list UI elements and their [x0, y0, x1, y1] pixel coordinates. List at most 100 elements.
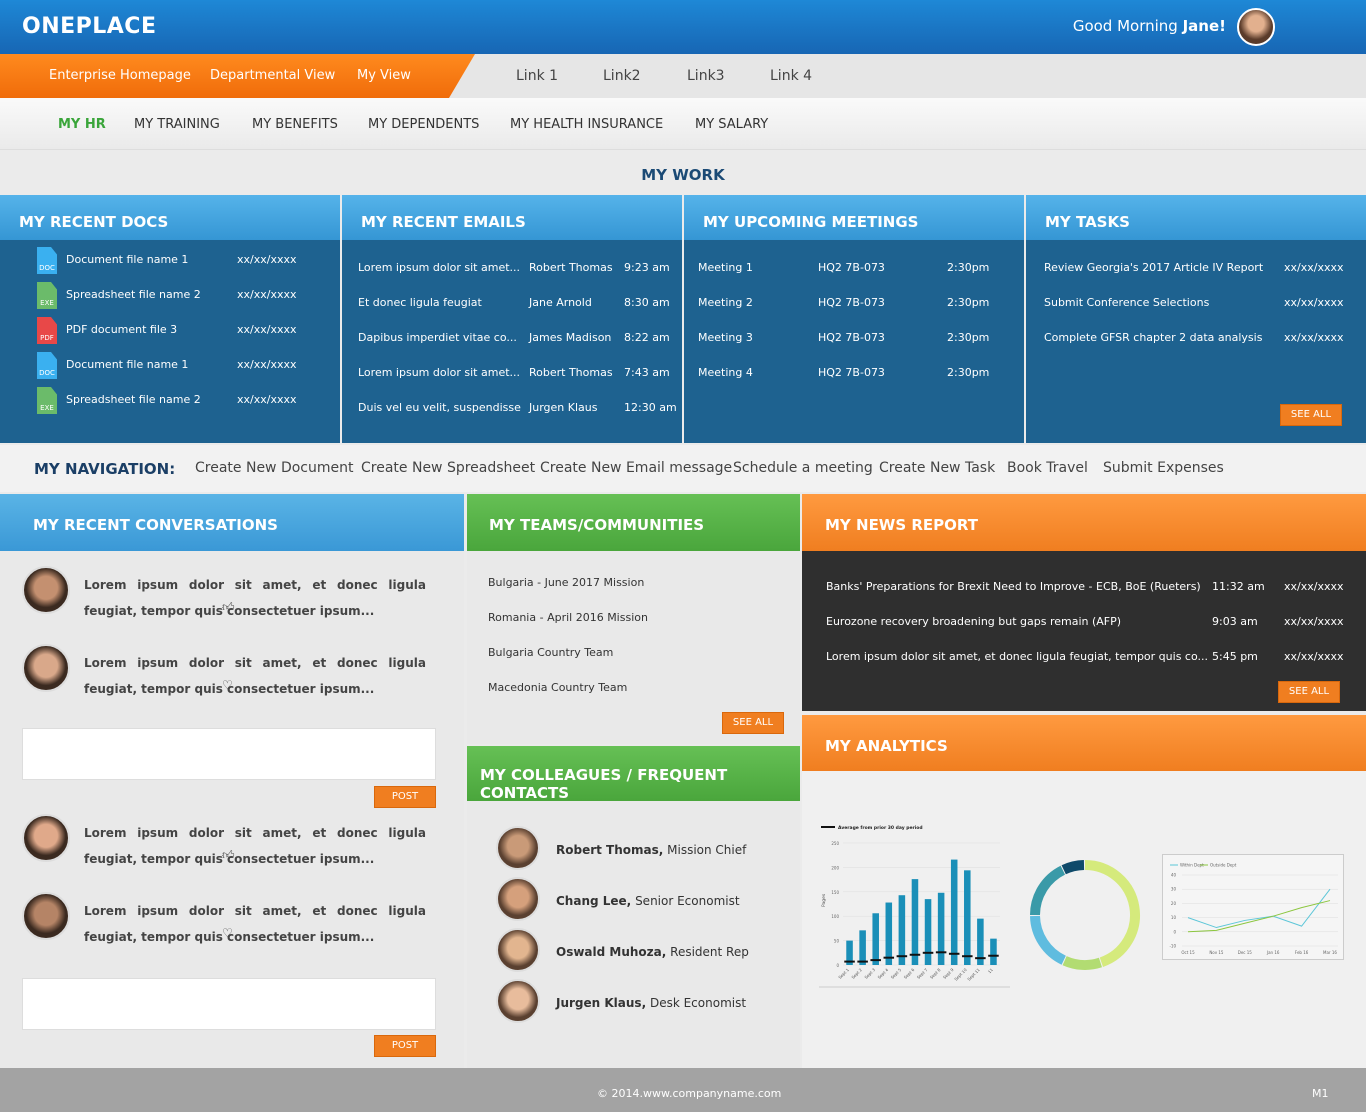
tab-my-hr[interactable]: MY HR — [58, 117, 106, 132]
news-date: xx/xx/xxxx — [1284, 580, 1344, 593]
colleague-avatar[interactable] — [496, 877, 540, 921]
y-tick-label: 150 — [831, 890, 839, 895]
team-item[interactable]: Bulgaria Country Team — [488, 646, 613, 659]
bar — [898, 895, 906, 965]
colleague-avatar[interactable] — [496, 928, 540, 972]
doc-name[interactable]: Spreadsheet file name 2 — [66, 393, 201, 406]
comment-input-2[interactable] — [22, 978, 436, 1030]
colleague-avatar[interactable] — [496, 826, 540, 870]
meeting-time: 2:30pm — [947, 261, 990, 274]
nav-departmental-view[interactable]: Departmental View — [210, 68, 335, 83]
thumbs-up-icon[interactable]: 👍︎ — [222, 600, 235, 615]
recent-emails-panel: MY RECENT EMAILS Lorem ipsum dolor sit a… — [342, 195, 682, 443]
colleague-name: Jurgen Klaus, — [556, 996, 647, 1010]
doc-name[interactable]: Document file name 1 — [66, 253, 188, 266]
email-subject[interactable]: Dapibus imperdiet vitae co... — [358, 331, 517, 344]
news-see-all-button[interactable]: SEE ALL — [1278, 681, 1340, 703]
thumbs-up-icon[interactable]: 👍︎ — [222, 848, 235, 863]
nav-action-2[interactable]: Create New Email message — [540, 460, 732, 476]
nav-enterprise-homepage[interactable]: Enterprise Homepage — [49, 68, 191, 83]
greeting-text: Good Morning — [1072, 17, 1183, 35]
tasks-see-all-button[interactable]: SEE ALL — [1280, 404, 1342, 426]
x-tick-label: Sept 3 — [863, 967, 876, 980]
avatar[interactable] — [22, 566, 70, 614]
comment-input-1[interactable] — [22, 728, 436, 780]
user-avatar[interactable] — [1237, 8, 1275, 46]
recent-docs-panel: MY RECENT DOCS DOC Document file name 1 xx… — [0, 195, 340, 443]
news-headline[interactable]: Lorem ipsum dolor sit amet, et donec lig… — [826, 650, 1208, 663]
nav-action-6[interactable]: Submit Expenses — [1103, 460, 1224, 476]
x-tick-label: Feb 16 — [1295, 950, 1309, 955]
colleagues-title: MY COLLEAGUES / FREQUENT CONTACTS — [467, 746, 800, 802]
post-button-2[interactable]: POST — [374, 1035, 436, 1057]
meeting-name[interactable]: Meeting 2 — [698, 296, 753, 309]
y-tick-label: 10 — [1171, 915, 1177, 920]
nav-link-2[interactable]: Link2 — [603, 68, 641, 84]
legend-label: Average from prior 30 day period — [838, 825, 923, 831]
bar — [859, 930, 866, 965]
tab-my-dependents[interactable]: MY DEPENDENTS — [368, 117, 479, 132]
email-time: 12:30 am — [624, 401, 677, 414]
nav-action-5[interactable]: Book Travel — [1007, 460, 1088, 476]
y-tick-label: 0 — [836, 963, 839, 968]
avatar[interactable] — [22, 892, 70, 940]
nav-action-3[interactable]: Schedule a meeting — [733, 460, 873, 476]
conversations-panel: MY RECENT CONVERSATIONS Lorem ipsum dolo… — [0, 494, 464, 1068]
team-item[interactable]: Bulgaria - June 2017 Mission — [488, 576, 644, 589]
tab-my-training[interactable]: MY TRAINING — [134, 117, 220, 132]
colleague[interactable]: Jurgen Klaus, Desk Economist — [556, 996, 746, 1010]
doc-name[interactable]: Spreadsheet file name 2 — [66, 288, 201, 301]
email-subject[interactable]: Lorem ipsum dolor sit amet... — [358, 366, 520, 379]
avatar[interactable] — [22, 644, 70, 692]
email-subject[interactable]: Lorem ipsum dolor sit amet... — [358, 261, 520, 274]
bar — [964, 870, 971, 965]
team-item[interactable]: Romania - April 2016 Mission — [488, 611, 648, 624]
colleague[interactable]: Oswald Muhoza, Resident Rep — [556, 945, 749, 959]
avatar[interactable] — [22, 814, 70, 862]
doc-name[interactable]: PDF document file 3 — [66, 323, 177, 336]
heart-icon[interactable]: ♡ — [222, 678, 233, 692]
x-tick-label: Sept 6 — [903, 967, 916, 980]
tab-my-benefits[interactable]: MY BENEFITS — [252, 117, 338, 132]
my-navigation-label: MY NAVIGATION: — [34, 460, 176, 478]
y-tick-label: 40 — [1171, 873, 1177, 878]
tab-my-health-insurance[interactable]: MY HEALTH INSURANCE — [510, 117, 663, 132]
nav-link-3[interactable]: Link3 — [687, 68, 725, 84]
meeting-name[interactable]: Meeting 3 — [698, 331, 753, 344]
bar — [911, 879, 919, 965]
analytics-title: MY ANALYTICS — [802, 715, 1366, 771]
app-logo[interactable]: ONEPLACE — [22, 14, 157, 39]
nav-action-0[interactable]: Create New Document — [195, 460, 353, 476]
meeting-name[interactable]: Meeting 1 — [698, 261, 753, 274]
task-name[interactable]: Review Georgia's 2017 Article IV Report — [1044, 261, 1263, 274]
news-headline[interactable]: Banks' Preparations for Brexit Need to I… — [826, 580, 1201, 593]
colleague-role: Desk Economist — [646, 996, 747, 1010]
nav-action-4[interactable]: Create New Task — [879, 460, 995, 476]
email-subject[interactable]: Duis vel eu velit, suspendisse — [358, 401, 521, 414]
news-time: 11:32 am — [1212, 580, 1265, 593]
email-time: 8:22 am — [624, 331, 670, 344]
greeting: Good Morning Jane! — [1073, 17, 1226, 35]
task-name[interactable]: Submit Conference Selections — [1044, 296, 1209, 309]
recent-docs-title: MY RECENT DOCS — [0, 195, 340, 240]
teams-see-all-button[interactable]: SEE ALL — [722, 712, 784, 734]
colleague[interactable]: Chang Lee, Senior Economist — [556, 894, 740, 908]
nav-action-1[interactable]: Create New Spreadsheet — [361, 460, 535, 476]
nav-link-1[interactable]: Link 1 — [516, 68, 558, 84]
heart-icon[interactable]: ♡ — [222, 926, 233, 940]
team-item[interactable]: Macedonia Country Team — [488, 681, 627, 694]
tab-my-salary[interactable]: MY SALARY — [695, 117, 768, 132]
footer: © 2014.www.companyname.com M1 — [0, 1068, 1366, 1112]
task-name[interactable]: Complete GFSR chapter 2 data analysis — [1044, 331, 1262, 344]
meeting-room: HQ2 7B-073 — [818, 261, 885, 274]
nav-my-view[interactable]: My View — [357, 68, 411, 83]
news-headline[interactable]: Eurozone recovery broadening but gaps re… — [826, 615, 1121, 628]
email-subject[interactable]: Et donec ligula feugiat — [358, 296, 482, 309]
conversation-text: Lorem ipsum dolor sit amet, et donec lig… — [84, 578, 426, 618]
colleague-avatar[interactable] — [496, 979, 540, 1023]
colleague[interactable]: Robert Thomas, Mission Chief — [556, 843, 746, 857]
doc-name[interactable]: Document file name 1 — [66, 358, 188, 371]
nav-link-4[interactable]: Link 4 — [770, 68, 812, 84]
post-button-1[interactable]: POST — [374, 786, 436, 808]
meeting-name[interactable]: Meeting 4 — [698, 366, 753, 379]
